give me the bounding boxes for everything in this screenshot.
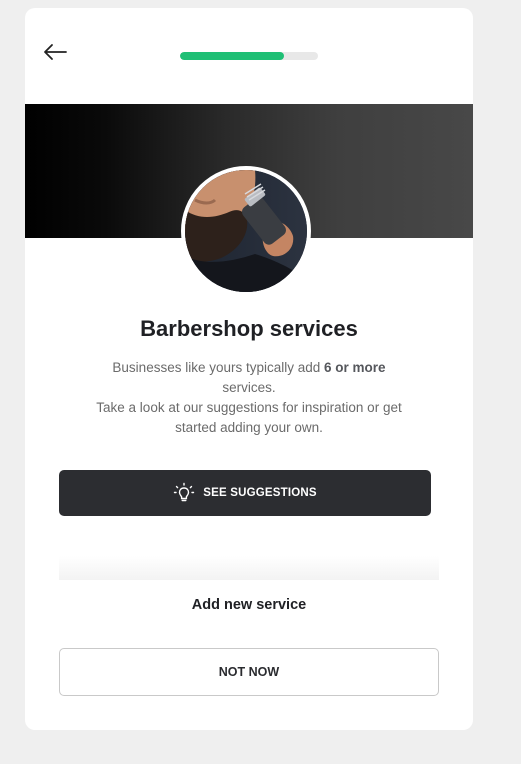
see-suggestions-label: SEE SUGGESTIONS: [203, 487, 317, 499]
progress-bar: [180, 52, 318, 60]
lightbulb-icon: [174, 482, 195, 502]
onboarding-card: Barbershop services Businesses like your…: [25, 8, 473, 730]
barber-photo: [185, 170, 307, 292]
back-button[interactable]: [39, 38, 71, 66]
description: Businesses like yours typically add 6 or…: [85, 358, 413, 438]
description-text: Businesses like yours typically add: [112, 360, 325, 375]
progress-fill: [180, 52, 284, 60]
page-title: Barbershop services: [140, 316, 358, 341]
divider-fade: [59, 556, 439, 580]
see-suggestions-button[interactable]: SEE SUGGESTIONS: [59, 470, 431, 516]
description-highlight: 6 or more: [324, 360, 386, 375]
avatar: [181, 166, 311, 296]
add-new-service-link[interactable]: Add new service: [25, 597, 473, 613]
description-text-3: Take a look at our suggestions for inspi…: [96, 400, 402, 435]
description-text-2: services.: [222, 380, 276, 395]
not-now-button[interactable]: NOT NOW: [59, 648, 439, 696]
arrow-left-icon: [44, 44, 67, 60]
